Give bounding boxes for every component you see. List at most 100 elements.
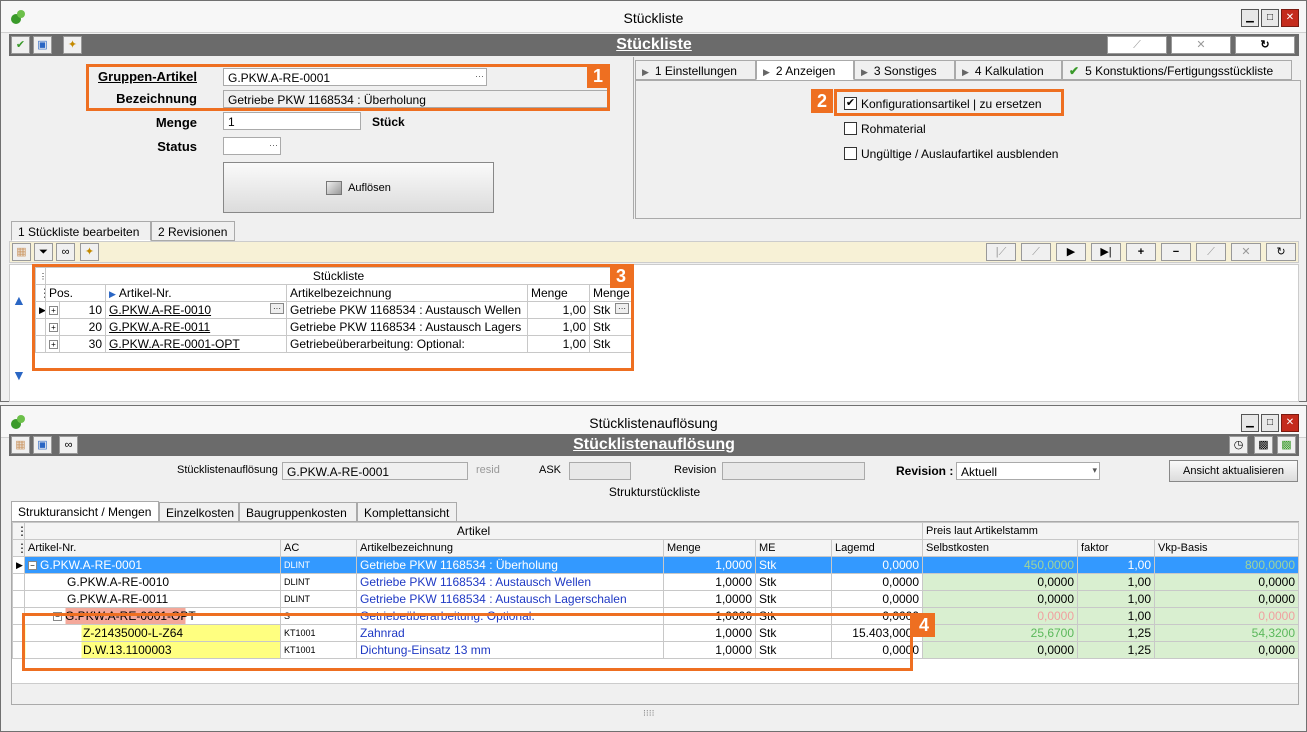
window-title: Stücklistenauflösung: [589, 415, 718, 431]
ellipsis-icon[interactable]: ···: [615, 303, 630, 314]
export-icon[interactable]: ▩: [1277, 436, 1296, 454]
tab-revisionen[interactable]: 2 Revisionen: [151, 221, 235, 241]
tab-anzeigen[interactable]: ▶ 2 Anzeigen: [756, 60, 854, 80]
col-selbstkosten[interactable]: Selbstkosten: [922, 539, 1079, 557]
table-row[interactable]: ▶ − G.PKW.A-RE-0001 DLINT Getriebe PKW 11…: [12, 556, 1300, 574]
expand-icon[interactable]: +: [49, 306, 58, 316]
close-button[interactable]: ✕: [1281, 414, 1299, 432]
move-down-icon[interactable]: ▼: [12, 367, 26, 383]
revision-select-label: Revision :: [896, 464, 954, 478]
first-record-button[interactable]: |⟋: [986, 243, 1016, 261]
badge-4: 4: [913, 613, 935, 637]
grid-footer: [12, 683, 1298, 704]
badge-1: 1: [587, 64, 609, 88]
minimize-button[interactable]: ▁: [1241, 414, 1259, 432]
table-row[interactable]: G.PKW.A-RE-0010 DLINT Getriebe PKW 11685…: [12, 573, 1300, 591]
col-vkp-basis[interactable]: Vkp-Basis: [1154, 539, 1300, 557]
ungueltige-label: Ungültige / Auslaufartikel ausblenden: [861, 147, 1059, 161]
grid-title: Stückliste: [44, 267, 633, 285]
tab-sonstiges[interactable]: ▶ 3 Sonstiges: [854, 60, 955, 80]
menge-unit: Stück: [372, 115, 405, 129]
menge-field[interactable]: 1: [223, 112, 361, 130]
tab-baugruppenkosten[interactable]: Baugruppenkosten: [239, 502, 357, 522]
add-record-button[interactable]: +: [1126, 243, 1156, 261]
collapse-icon[interactable]: −: [28, 561, 37, 571]
col-menge[interactable]: Menge: [663, 539, 756, 557]
expand-icon[interactable]: +: [49, 323, 58, 333]
bezeichnung-field: Getriebe PKW 1168534 : Überholung: [223, 90, 609, 108]
refresh-grid-button[interactable]: ↻: [1266, 243, 1296, 261]
refresh-view-button[interactable]: Ansicht aktualisieren: [1169, 460, 1298, 482]
tab-einzelkosten[interactable]: Einzelkosten: [159, 502, 239, 522]
next-record-button[interactable]: ▶: [1056, 243, 1086, 261]
col-menge[interactable]: Menge: [527, 284, 590, 302]
wizard-icon[interactable]: ✦: [80, 243, 99, 261]
row-pointer-icon: ▶: [35, 301, 46, 319]
page-title: Stücklistenauflösung: [573, 436, 735, 453]
table-row[interactable]: +20 G.PKW.A-RE-0011 Getriebe PKW 1168534 :…: [35, 318, 633, 336]
prev-record-button[interactable]: ⟋: [1021, 243, 1051, 261]
delete-record-button[interactable]: −: [1161, 243, 1191, 261]
gruppen-artikel-label[interactable]: Gruppen-Artikel: [91, 69, 197, 84]
grid-icon[interactable]: ▦: [12, 243, 31, 261]
collapse-icon[interactable]: −: [53, 612, 62, 622]
nav-prev-button[interactable]: ⟋: [1107, 36, 1167, 54]
table-row[interactable]: G.PKW.A-RE-0011 DLINT Getriebe PKW 11685…: [12, 590, 1300, 608]
toolbar: ▦ ▣ ∞ Stücklistenauflösung ◷ ▩ ▩: [9, 434, 1299, 456]
refresh-button[interactable]: ↻: [1235, 36, 1295, 54]
tab-konstruktion[interactable]: ✔ 5 Konstuktions/Fertigungsstückliste: [1062, 60, 1292, 80]
row-menu-icon[interactable]: ⋮: [35, 267, 46, 285]
col-me[interactable]: ME: [755, 539, 832, 557]
table-row[interactable]: +30 G.PKW.A-RE-0001-OPT Getriebeüberarbeit…: [35, 335, 633, 353]
col-artikel-nr[interactable]: ▶ Artikel-Nr.: [105, 284, 287, 302]
rohmaterial-checkbox[interactable]: [844, 122, 857, 135]
edit-record-button[interactable]: ⟋: [1196, 243, 1226, 261]
maximize-button[interactable]: □: [1261, 9, 1279, 27]
konfigurationsartikel-checkbox[interactable]: ✔: [844, 97, 857, 110]
badge-3: 3: [610, 264, 632, 288]
col-bezeichnung[interactable]: Artikelbezeichnung: [286, 284, 528, 302]
table-row[interactable]: Z-21435000-L-Z64 KT1001 Zahnrad 1,0000 S…: [12, 624, 1300, 642]
cube-icon[interactable]: ▩: [1254, 436, 1273, 454]
col-pos[interactable]: Pos.: [45, 284, 106, 302]
filter-icon[interactable]: ⏷: [34, 243, 53, 261]
revision-select[interactable]: Aktuell ▾: [956, 462, 1100, 480]
revision-label: Revision: [674, 464, 717, 476]
ellipsis-icon[interactable]: ···: [475, 71, 484, 81]
tab-strukturansicht[interactable]: Strukturansicht / Mengen: [11, 501, 159, 522]
col-bezeichnung[interactable]: Artikelbezeichnung: [356, 539, 664, 557]
glasses-icon[interactable]: ∞: [56, 243, 75, 261]
ellipsis-icon[interactable]: ···: [270, 303, 284, 314]
resize-grip-icon[interactable]: ⁝⁝⁝⁝: [643, 708, 654, 719]
col-artikel-nr[interactable]: Artikel-Nr.: [24, 539, 281, 557]
table-row[interactable]: ▶ +10 G.PKW.A-RE-0010 ··· Getriebe PKW 11685…: [35, 301, 633, 319]
bezeichnung-label: Bezeichnung: [116, 91, 197, 106]
last-record-button[interactable]: ▶|: [1091, 243, 1121, 261]
cancel-button[interactable]: ✕: [1171, 36, 1231, 54]
minimize-button[interactable]: ▁: [1241, 9, 1259, 27]
expand-icon[interactable]: +: [49, 340, 58, 350]
tab-einstellungen[interactable]: ▶ 1 Einstellungen: [635, 60, 756, 80]
status-field[interactable]: ···: [223, 137, 281, 155]
clock-icon[interactable]: ◷: [1229, 436, 1248, 454]
col-ac[interactable]: AC: [280, 539, 357, 557]
tab-kalkulation[interactable]: ▶ 4 Kalkulation: [955, 60, 1062, 80]
ellipsis-icon[interactable]: ···: [269, 140, 278, 150]
tab-komplettansicht[interactable]: Komplettansicht: [357, 502, 457, 522]
move-up-icon[interactable]: ▲: [12, 292, 26, 308]
title-bar: Stückliste ▁ □ ✕: [1, 1, 1306, 33]
ungueltige-checkbox[interactable]: [844, 147, 857, 160]
row-pointer-icon: ▶: [12, 556, 25, 574]
ask-label: ASK: [539, 464, 562, 476]
table-row[interactable]: − G.PKW.A-RE-0001-OPT S Getriebeüberarbei…: [12, 607, 1300, 625]
col-faktor[interactable]: faktor: [1077, 539, 1156, 557]
cancel-record-button[interactable]: ✕: [1231, 243, 1261, 261]
resolve-button[interactable]: Auflösen: [223, 162, 494, 213]
structure-grid: ⋮ArtikelPreis laut Artikelstamm ⋮ Artike…: [12, 522, 1300, 659]
gruppen-artikel-field[interactable]: G.PKW.A-RE-0001 ···: [223, 68, 487, 86]
tab-stueckliste-bearbeiten[interactable]: 1 Stückliste bearbeiten: [11, 221, 151, 241]
close-button[interactable]: ✕: [1281, 9, 1299, 27]
table-row[interactable]: D.W.13.1100003 KT1001 Dichtung-Einsatz 1…: [12, 641, 1300, 659]
col-lagemd[interactable]: Lagemd: [830, 539, 924, 557]
maximize-button[interactable]: □: [1261, 414, 1279, 432]
